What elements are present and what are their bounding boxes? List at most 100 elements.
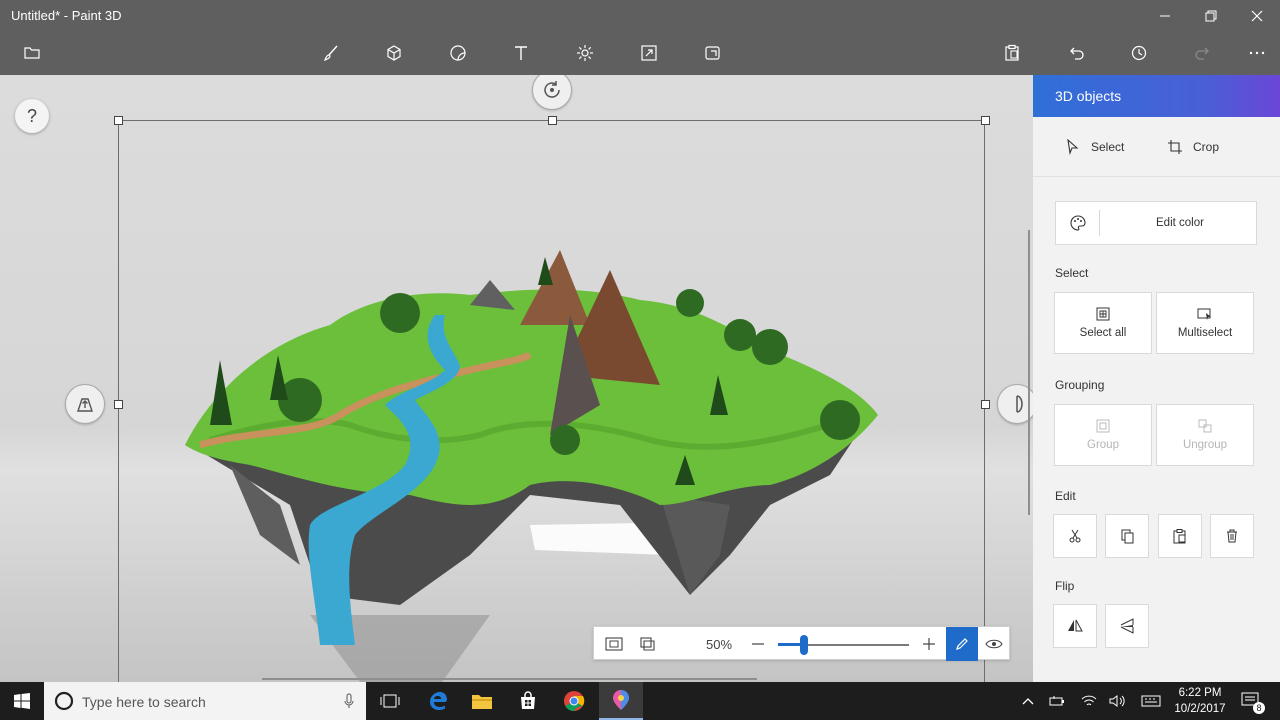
crop-tool-button[interactable]: Crop — [1167, 139, 1219, 155]
ungroup-icon — [1198, 419, 1212, 433]
folder-explorer-icon — [472, 695, 492, 709]
chrome-icon — [564, 691, 585, 712]
taskbar-search-box[interactable]: Type here to search — [44, 682, 366, 720]
resize-handle-top-right[interactable] — [981, 116, 990, 125]
resize-handle-left[interactable] — [114, 400, 123, 409]
taskbar-clock[interactable]: 6:22 PM 10/2/2017 — [1168, 685, 1232, 717]
zoom-in-button[interactable] — [917, 627, 941, 661]
undo-button[interactable] — [1062, 40, 1090, 66]
cube-icon — [387, 45, 401, 61]
stickers-button[interactable] — [444, 40, 472, 66]
cortana-icon — [54, 691, 74, 711]
paint3d-taskbar-button[interactable] — [599, 682, 643, 720]
panel-title: 3D objects — [1055, 88, 1122, 104]
select-tool-button[interactable]: Select — [1065, 139, 1124, 155]
paste-panel-button[interactable] — [1158, 514, 1202, 558]
task-view-button[interactable] — [370, 682, 410, 720]
ungroup-button[interactable]: Ungroup — [1156, 404, 1254, 466]
store-bag-icon — [521, 691, 535, 709]
resize-handle-right[interactable] — [981, 400, 990, 409]
effects-button[interactable] — [571, 40, 599, 66]
copy-button[interactable] — [1105, 514, 1149, 558]
flip-vertical-button[interactable] — [1105, 604, 1149, 648]
show-hidden-icons-button[interactable] — [1016, 682, 1040, 720]
palette-icon — [1070, 215, 1086, 231]
resize-handle-top-left[interactable] — [114, 116, 123, 125]
canvas-workspace[interactable]: ? — [0, 75, 1033, 682]
help-label: ? — [26, 105, 37, 126]
horizontal-scrollbar[interactable] — [262, 678, 757, 680]
title-bar: Untitled* - Paint 3D — [0, 0, 1280, 32]
canvas-button[interactable] — [635, 40, 663, 66]
ungroup-label: Ungroup — [1182, 439, 1228, 451]
volume-button[interactable] — [1105, 682, 1129, 720]
keyboard-button[interactable] — [1137, 682, 1165, 720]
crop-icon — [1168, 140, 1182, 154]
store-taskbar-button[interactable] — [508, 682, 548, 720]
rotate-z-handle[interactable] — [532, 75, 572, 110]
fit-to-screen-button[interactable] — [600, 627, 628, 661]
text-icon — [515, 46, 527, 60]
view-3d-button[interactable] — [634, 627, 662, 661]
battery-button[interactable] — [1045, 682, 1069, 720]
chrome-taskbar-button[interactable] — [554, 682, 594, 720]
redo-button[interactable] — [1189, 40, 1217, 66]
start-button[interactable] — [0, 682, 44, 720]
paste-button[interactable] — [998, 40, 1026, 66]
history-icon — [1131, 45, 1147, 61]
window-title: Untitled* - Paint 3D — [11, 8, 122, 23]
search-placeholder: Type here to search — [82, 694, 206, 710]
cut-button[interactable] — [1053, 514, 1097, 558]
delete-button[interactable] — [1210, 514, 1254, 558]
panel-header: 3D objects — [1033, 75, 1280, 117]
vertical-scrollbar[interactable] — [1028, 230, 1030, 515]
clock-time: 6:22 PM — [1178, 687, 1222, 699]
pencil-icon — [956, 638, 968, 650]
scissors-icon — [1069, 529, 1081, 543]
edit-color-button[interactable]: Edit color — [1055, 201, 1257, 245]
minimize-icon — [1160, 15, 1170, 17]
group-button[interactable]: Group — [1054, 404, 1152, 466]
resize-handle-top[interactable] — [548, 116, 557, 125]
paint3d-app-icon — [613, 690, 629, 710]
maximize-button[interactable] — [1188, 0, 1234, 32]
close-icon — [1251, 10, 1263, 22]
select-all-button[interactable]: Select all — [1054, 292, 1152, 354]
view-mode-button[interactable] — [980, 627, 1008, 661]
remix3d-button[interactable] — [699, 40, 727, 66]
main-toolbar — [0, 32, 1280, 75]
help-button[interactable]: ? — [15, 99, 49, 133]
brushes-button[interactable] — [317, 40, 345, 66]
brush-icon — [324, 45, 338, 61]
flip-horizontal-button[interactable] — [1053, 604, 1097, 648]
selection-box[interactable] — [118, 120, 985, 682]
3d-shapes-button[interactable] — [380, 40, 408, 66]
more-icon — [1249, 51, 1265, 55]
crop-tool-label: Crop — [1193, 140, 1220, 154]
menu-button[interactable] — [18, 40, 46, 66]
redo-icon — [1195, 47, 1209, 60]
edge-taskbar-button[interactable] — [418, 682, 458, 720]
multiselect-button[interactable]: Multiselect — [1156, 292, 1254, 354]
select-crop-bar: Select Crop — [1033, 117, 1280, 177]
close-button[interactable] — [1234, 0, 1280, 32]
zoom-slider-thumb[interactable] — [800, 635, 809, 655]
multiselect-label: Multiselect — [1177, 327, 1233, 339]
zoom-out-button[interactable] — [746, 627, 770, 661]
push-back-handle[interactable] — [65, 384, 105, 424]
keyboard-icon — [1141, 695, 1161, 707]
microphone-icon — [344, 693, 354, 708]
windows-logo-icon — [14, 693, 30, 709]
multiselect-icon — [1197, 308, 1211, 320]
zoom-percentage: 50% — [705, 637, 733, 652]
more-button[interactable] — [1243, 40, 1271, 66]
text-button[interactable] — [507, 40, 535, 66]
draw-mode-button[interactable] — [946, 627, 978, 661]
minimize-button[interactable] — [1142, 0, 1188, 32]
network-button[interactable] — [1077, 682, 1101, 720]
grouping-section-title: Grouping — [1055, 378, 1105, 392]
history-button[interactable] — [1125, 40, 1153, 66]
action-center-button[interactable]: 8 — [1236, 682, 1266, 720]
windows-taskbar: Type here to search 6:22 PM 10/2/2017 8 — [0, 682, 1280, 720]
file-explorer-taskbar-button[interactable] — [462, 682, 502, 720]
